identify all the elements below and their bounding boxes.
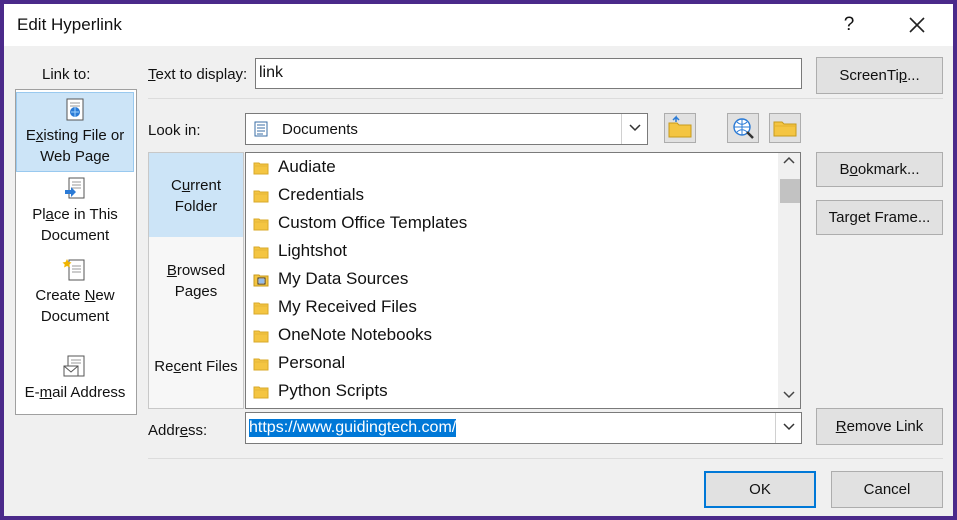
dialog-title: Edit Hyperlink	[17, 15, 122, 34]
bookmark-button[interactable]: Bookmark...	[816, 152, 943, 187]
file-name: Custom Office Templates	[278, 213, 468, 232]
existing-file-icon	[66, 98, 84, 121]
chevron-down-icon	[628, 124, 641, 132]
edit-hyperlink-dialog: Edit Hyperlink ? Link to: Existing File …	[4, 4, 953, 516]
text-to-display-label: Text to display:	[148, 66, 248, 83]
folder-up-icon	[668, 115, 692, 138]
file-list-item[interactable]: Credentials	[246, 182, 776, 210]
file-list-item[interactable]: Custom Office Templates	[246, 210, 776, 238]
scroll-thumb[interactable]	[780, 179, 800, 203]
file-list-item[interactable]: Lightshot	[246, 238, 776, 266]
file-list-item[interactable]: My Received Files	[246, 294, 776, 322]
look-in-panel: Current Folder Browsed Pages Recent File…	[148, 152, 244, 409]
file-name: Python Scripts	[278, 381, 388, 400]
target-frame-button[interactable]: Target Frame...	[816, 200, 943, 235]
browse-file-icon	[773, 121, 797, 137]
link-to-place-in-document[interactable]: Place in This Document	[16, 176, 134, 248]
chevron-down-icon	[783, 391, 795, 399]
title-bar: Edit Hyperlink ?	[4, 4, 953, 46]
remove-link-button[interactable]: Remove Link	[816, 408, 943, 445]
new-document-icon	[62, 259, 85, 281]
address-dropdown-arrow[interactable]	[775, 413, 801, 443]
address-label: Address:	[148, 422, 208, 439]
separator	[148, 98, 943, 99]
file-list-scrollbar[interactable]	[778, 153, 800, 408]
address-value: https://www.guidingtech.com/	[249, 419, 457, 437]
text-to-display-input[interactable]: link	[255, 58, 802, 89]
scroll-up-button[interactable]	[778, 153, 800, 175]
close-button[interactable]	[902, 10, 932, 40]
folder-icon	[253, 246, 269, 259]
folder-icon	[253, 162, 269, 175]
cancel-button[interactable]: Cancel	[831, 471, 943, 508]
separator	[148, 458, 943, 459]
email-icon	[63, 355, 85, 377]
recent-files-tab[interactable]: Recent Files	[149, 356, 243, 382]
file-name: My Data Sources	[278, 269, 409, 288]
browse-web-icon	[733, 118, 754, 139]
browse-web-button[interactable]	[727, 113, 759, 143]
file-list-item[interactable]: Personal	[246, 350, 776, 378]
link-to-create-new-document[interactable]: Create New Document	[16, 257, 134, 329]
link-to-email-address[interactable]: E-mail Address	[16, 354, 134, 406]
browsed-pages-tab[interactable]: Browsed Pages	[149, 260, 243, 312]
folder-icon	[253, 218, 269, 231]
folder-icon	[253, 358, 269, 371]
scroll-down-button[interactable]	[778, 386, 800, 408]
look-in-dropdown-arrow[interactable]	[621, 114, 647, 144]
file-name: My Received Files	[278, 297, 417, 316]
current-folder-tab[interactable]: Current Folder	[149, 153, 243, 237]
help-button[interactable]: ?	[836, 12, 862, 38]
folder-icon	[253, 302, 269, 315]
documents-icon	[254, 121, 268, 137]
file-list-item[interactable]: Python Scripts	[246, 378, 776, 406]
screentip-button[interactable]: ScreenTip...	[816, 57, 943, 94]
close-icon	[909, 17, 925, 33]
address-combobox[interactable]: https://www.guidingtech.com/	[245, 412, 802, 444]
file-name: Credentials	[278, 185, 364, 204]
link-to-existing-file[interactable]: Existing File or Web Page	[16, 92, 134, 172]
ok-button[interactable]: OK	[704, 471, 816, 508]
place-in-document-icon	[65, 177, 85, 199]
browse-file-button[interactable]	[769, 113, 801, 143]
data-source-icon	[253, 274, 269, 287]
file-list: Audiate Credentials Custom Office Template…	[245, 152, 801, 409]
file-name: Personal	[278, 353, 346, 372]
file-list-item[interactable]: My Data Sources	[246, 266, 776, 294]
link-to-panel: Existing File or Web Page Place in This …	[15, 89, 137, 415]
file-list-item[interactable]: Audiate	[246, 154, 776, 182]
link-to-heading: Link to:	[42, 66, 91, 83]
file-name: OneNote Notebooks	[278, 325, 433, 344]
folder-icon	[253, 330, 269, 343]
look-in-combobox[interactable]: Documents	[245, 113, 648, 145]
chevron-down-icon	[782, 423, 795, 431]
look-in-label: Look in:	[148, 122, 201, 139]
file-list-item[interactable]: OneNote Notebooks	[246, 322, 776, 350]
folder-icon	[253, 386, 269, 399]
folder-icon	[253, 190, 269, 203]
file-name: Lightshot	[278, 241, 347, 260]
chevron-up-icon	[783, 156, 795, 164]
file-name: Audiate	[278, 157, 336, 176]
up-one-folder-button[interactable]	[664, 113, 696, 143]
